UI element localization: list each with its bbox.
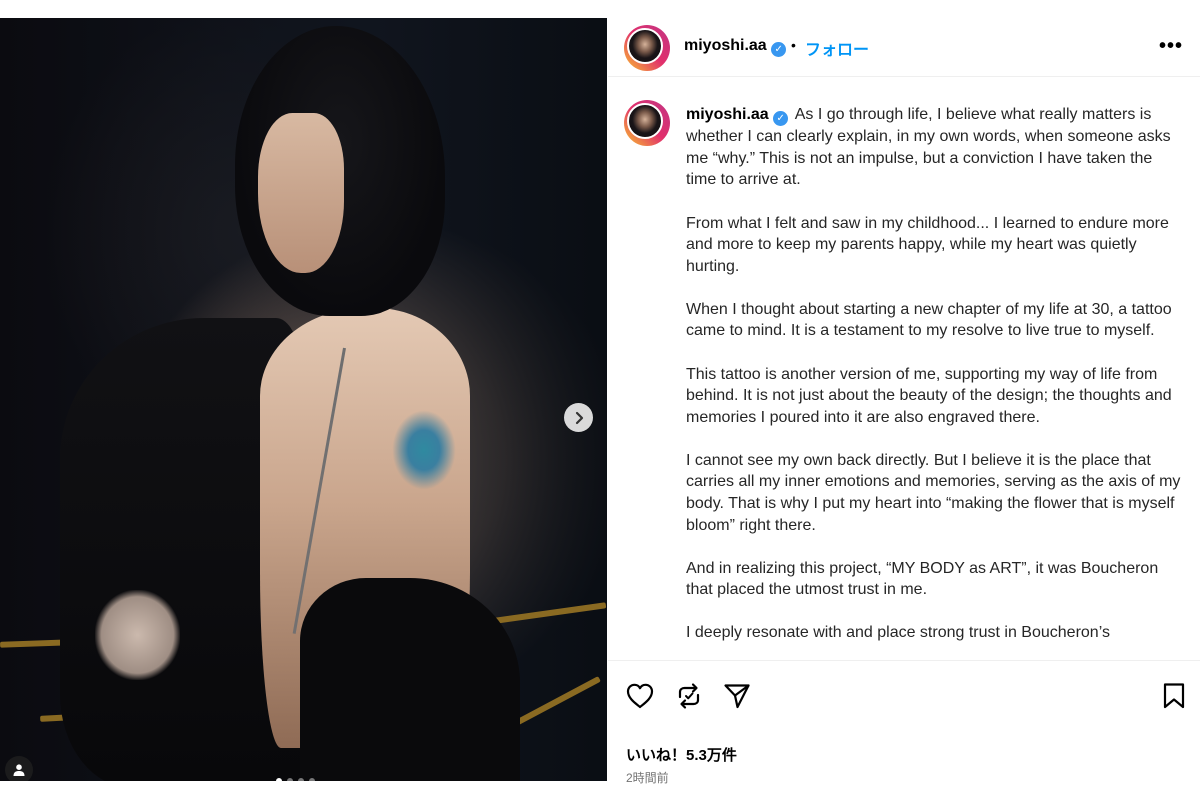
like-button[interactable] bbox=[625, 681, 655, 711]
verified-badge-icon: ✓ bbox=[773, 111, 789, 127]
slide-indicator bbox=[276, 778, 315, 781]
caption-paragraph: miyoshi.aa ✓ As I go through life, I bel… bbox=[686, 104, 1186, 191]
action-bar: いいね！5.3万件 2時間前 bbox=[608, 660, 1200, 785]
caption-username-link[interactable]: miyoshi.aa ✓ bbox=[686, 106, 789, 127]
caption-paragraph: This tattoo is another version of me, su… bbox=[686, 365, 1172, 426]
caption-paragraph: And in realizing this project, “MY BODY … bbox=[686, 559, 1159, 599]
save-button[interactable] bbox=[1159, 681, 1189, 711]
username-link[interactable]: miyoshi.aa ✓ bbox=[684, 37, 787, 57]
avatar-image bbox=[627, 28, 663, 64]
verified-badge-icon: ✓ bbox=[771, 42, 787, 57]
tagged-users-button[interactable] bbox=[5, 756, 33, 781]
follow-button[interactable]: フォロー bbox=[805, 36, 869, 60]
avatar-image bbox=[627, 103, 663, 139]
send-icon bbox=[724, 684, 750, 709]
user-icon bbox=[13, 764, 25, 776]
heart-icon bbox=[626, 683, 654, 709]
post-timestamp[interactable]: 2時間前 bbox=[626, 769, 669, 786]
like-count[interactable]: いいね！5.3万件 bbox=[626, 744, 737, 765]
photo-dress-lower bbox=[300, 578, 520, 781]
caption-username: miyoshi.aa bbox=[686, 106, 769, 123]
caption-paragraph: I deeply resonate with and place strong … bbox=[686, 624, 1110, 642]
username-text: miyoshi.aa bbox=[684, 37, 767, 54]
next-slide-button[interactable] bbox=[564, 403, 593, 432]
slide-dot bbox=[298, 778, 304, 781]
caption-paragraph: I cannot see my own back directly. But I… bbox=[686, 451, 1181, 534]
post-caption: miyoshi.aa ✓ As I go through life, I bel… bbox=[686, 104, 1186, 659]
post-panel: miyoshi.aa ✓ • フォロー ••• miyoshi.aa ✓ As … bbox=[608, 18, 1200, 785]
slide-dot bbox=[276, 778, 282, 781]
share-button[interactable] bbox=[722, 681, 752, 711]
caption-paragraph: From what I felt and saw in my childhood… bbox=[686, 214, 1169, 275]
caption-scroll-area[interactable]: miyoshi.aa ✓ As I go through life, I bel… bbox=[608, 77, 1200, 659]
post-media[interactable] bbox=[0, 18, 607, 781]
repost-icon bbox=[678, 683, 700, 709]
separator-dot: • bbox=[791, 37, 796, 53]
tattoo-flower bbox=[392, 410, 456, 490]
slide-dot bbox=[309, 778, 315, 781]
caption-paragraph: When I thought about starting a new chap… bbox=[686, 300, 1172, 340]
more-options-icon[interactable]: ••• bbox=[1159, 36, 1183, 56]
avatar[interactable] bbox=[624, 25, 670, 71]
photo-hand bbox=[95, 590, 180, 680]
repost-button[interactable] bbox=[674, 681, 704, 711]
bookmark-icon bbox=[1163, 683, 1185, 709]
chevron-right-icon bbox=[575, 411, 583, 424]
avatar[interactable] bbox=[624, 100, 670, 146]
photo-face bbox=[258, 113, 344, 273]
slide-dot bbox=[287, 778, 293, 781]
post-header: miyoshi.aa ✓ • フォロー ••• bbox=[608, 18, 1200, 77]
